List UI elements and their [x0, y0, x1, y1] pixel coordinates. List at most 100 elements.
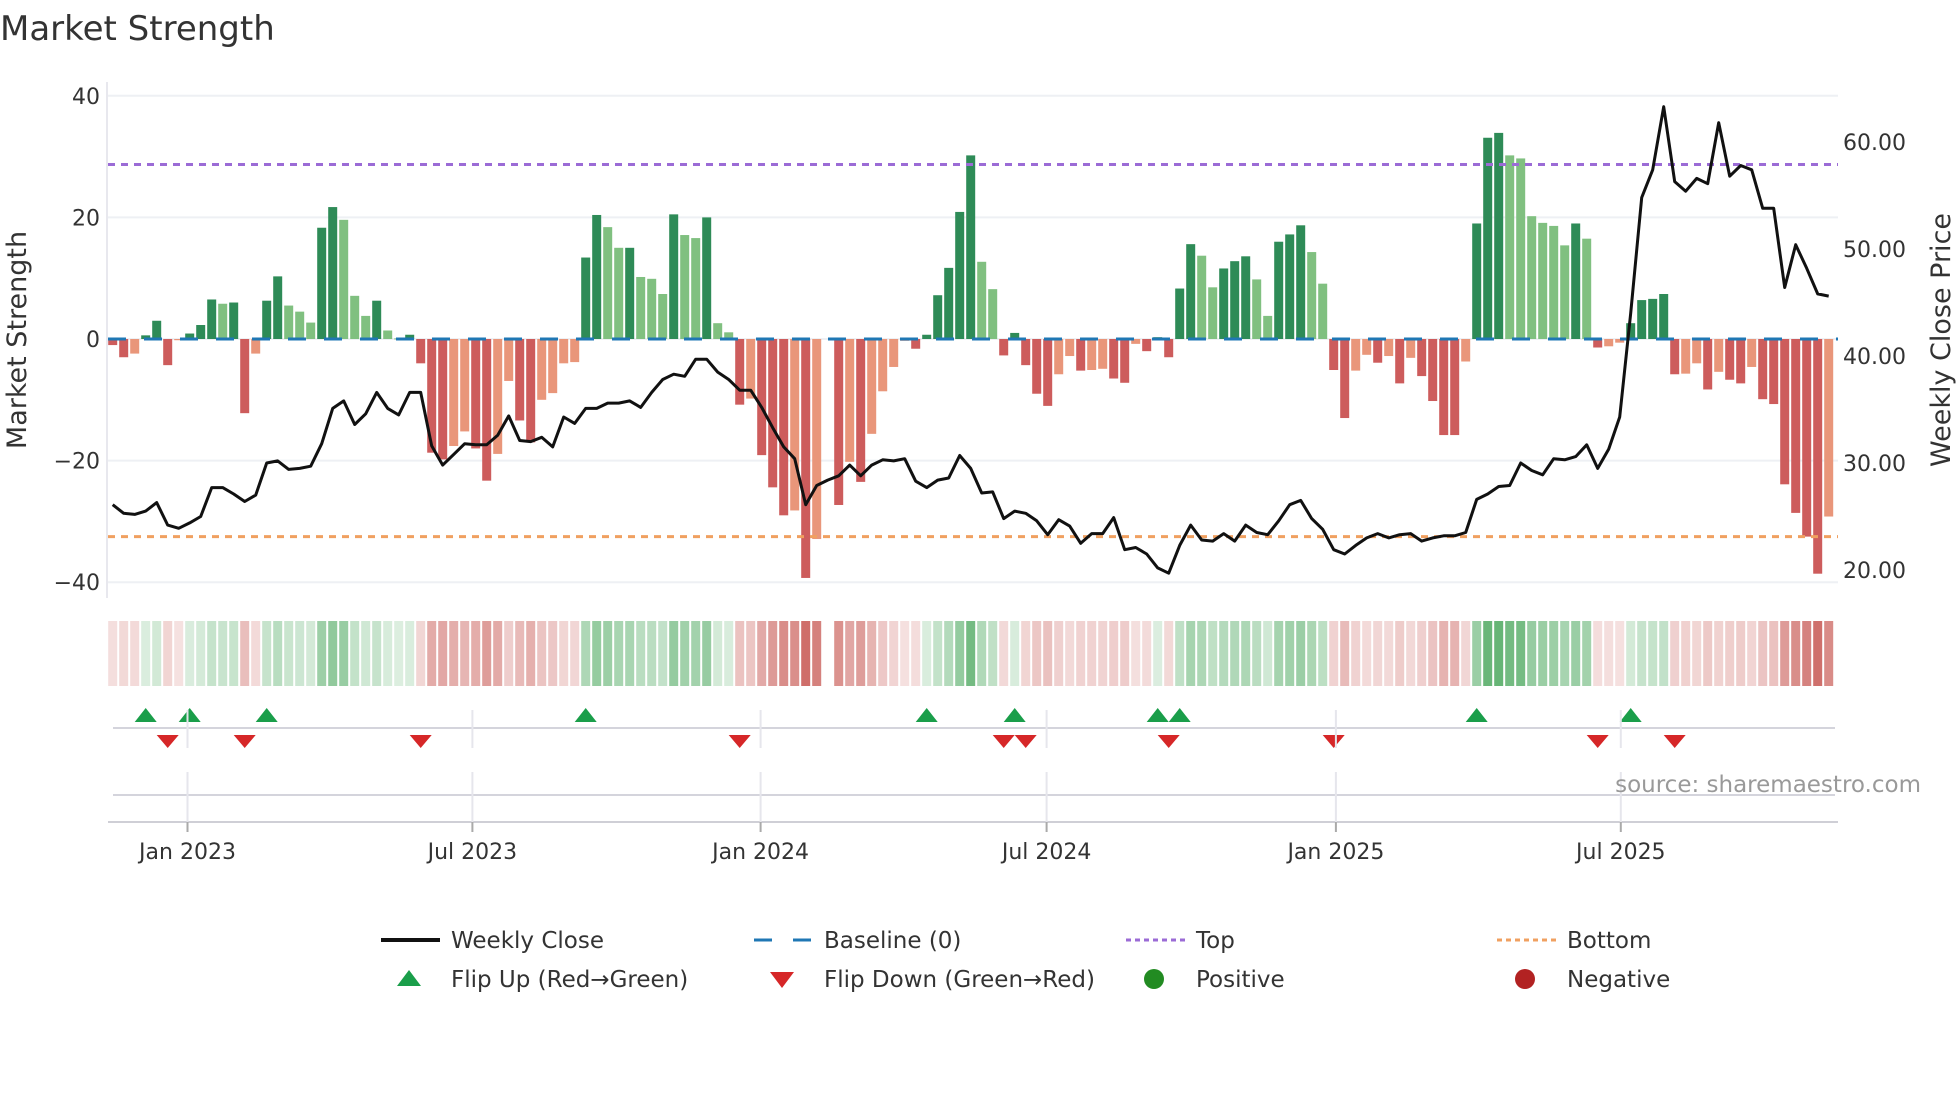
heat-cell	[966, 621, 976, 686]
strength-bar	[1747, 339, 1757, 367]
legend-label: Positive	[1196, 967, 1285, 993]
heat-cell	[944, 621, 954, 686]
heat-cell	[1208, 621, 1218, 686]
heat-cell	[911, 621, 921, 686]
strength-bar	[130, 339, 140, 354]
strength-bar	[526, 339, 536, 443]
heat-cell	[449, 621, 459, 686]
heat-cell	[361, 621, 371, 686]
heat-cell	[1219, 621, 1229, 686]
legend-label: Top	[1195, 928, 1235, 954]
strength-bar	[372, 300, 382, 339]
strength-bar	[240, 339, 250, 414]
strength-bar	[1824, 339, 1834, 517]
strength-bar	[867, 339, 877, 434]
strength-bar	[713, 323, 723, 339]
heat-cell	[1648, 621, 1658, 686]
heat-cell	[790, 621, 800, 686]
strength-bar	[471, 339, 481, 449]
strength-bar	[779, 339, 789, 516]
flip-down-marker	[992, 735, 1015, 748]
heat-cell	[1516, 621, 1526, 686]
heat-cell	[350, 621, 360, 686]
heat-cell	[1098, 621, 1108, 686]
heat-cell	[1087, 621, 1097, 686]
heat-cell	[1032, 621, 1042, 686]
strength-bar	[1703, 339, 1713, 390]
strength-bar	[955, 211, 965, 339]
legend-label: Baseline (0)	[824, 928, 961, 954]
heat-cell	[1692, 621, 1702, 686]
strength-bar	[1461, 339, 1471, 362]
heat-cell	[768, 621, 778, 686]
strength-bar	[1439, 339, 1449, 436]
flip-up-marker	[1146, 708, 1169, 722]
strength-bar	[856, 339, 866, 482]
heat-cell	[691, 621, 701, 686]
heat-cell	[1296, 621, 1306, 686]
y-tick-label: −40	[54, 571, 100, 596]
legend-triangle-up-icon	[397, 970, 421, 986]
strength-bar	[229, 302, 239, 339]
strength-bar	[1296, 225, 1306, 339]
strength-bar	[1417, 339, 1427, 377]
strength-bar	[669, 214, 679, 339]
flip-down-marker	[409, 735, 432, 748]
strength-bar	[1406, 339, 1416, 358]
strength-bar	[1263, 315, 1273, 339]
heat-cell	[504, 621, 514, 686]
strength-bar	[1527, 216, 1537, 339]
strength-bar	[834, 339, 844, 505]
strength-bar	[449, 339, 459, 447]
heat-cell	[1791, 621, 1801, 686]
legend-label: Weekly Close	[451, 928, 604, 954]
heat-cell	[163, 621, 173, 686]
strength-bar	[768, 339, 778, 488]
heat-cell	[526, 621, 536, 686]
strength-bar	[1208, 287, 1218, 339]
heat-cell	[1505, 621, 1515, 686]
heat-cell	[1263, 621, 1273, 686]
strength-bar	[1802, 339, 1812, 537]
legend-triangle-down-icon	[770, 972, 794, 988]
heat-cell	[471, 621, 481, 686]
y2-tick-label: 60.00	[1843, 131, 1906, 156]
heat-cell	[702, 621, 712, 686]
heat-cell	[1615, 621, 1625, 686]
heat-cell	[977, 621, 987, 686]
strength-bar	[1659, 294, 1669, 339]
heat-cell	[922, 621, 932, 686]
heat-cell	[1758, 621, 1768, 686]
heat-cell	[1747, 621, 1757, 686]
heat-cell	[757, 621, 767, 686]
flip-up-marker	[1168, 708, 1191, 722]
strength-bar	[119, 339, 129, 358]
legend-item: Top	[1126, 928, 1235, 954]
strength-bar	[1109, 339, 1119, 379]
strength-bar	[273, 276, 283, 339]
strength-bar	[966, 155, 976, 339]
flip-up-marker	[255, 708, 278, 722]
strength-bar	[1087, 339, 1097, 371]
flip-down-marker	[233, 735, 256, 748]
heat-cell	[1285, 621, 1295, 686]
strength-bar	[1571, 223, 1581, 339]
heat-cell	[658, 621, 668, 686]
heat-cell	[1186, 621, 1196, 686]
heat-cell	[460, 621, 470, 686]
strength-bar	[1241, 256, 1251, 339]
heat-cell	[273, 621, 283, 686]
heat-cell	[1164, 621, 1174, 686]
flip-down-marker	[728, 735, 751, 748]
y-tick-label: 0	[86, 328, 100, 353]
heat-cell	[647, 621, 657, 686]
heat-cell	[1406, 621, 1416, 686]
heat-cell	[1395, 621, 1405, 686]
heat-cell	[1384, 621, 1394, 686]
heat-cell	[856, 621, 866, 686]
strength-bar	[1307, 252, 1317, 339]
heat-cell	[1142, 621, 1152, 686]
strength-bar	[680, 235, 690, 339]
strength-bar	[1813, 339, 1823, 574]
heat-cell	[1560, 621, 1570, 686]
